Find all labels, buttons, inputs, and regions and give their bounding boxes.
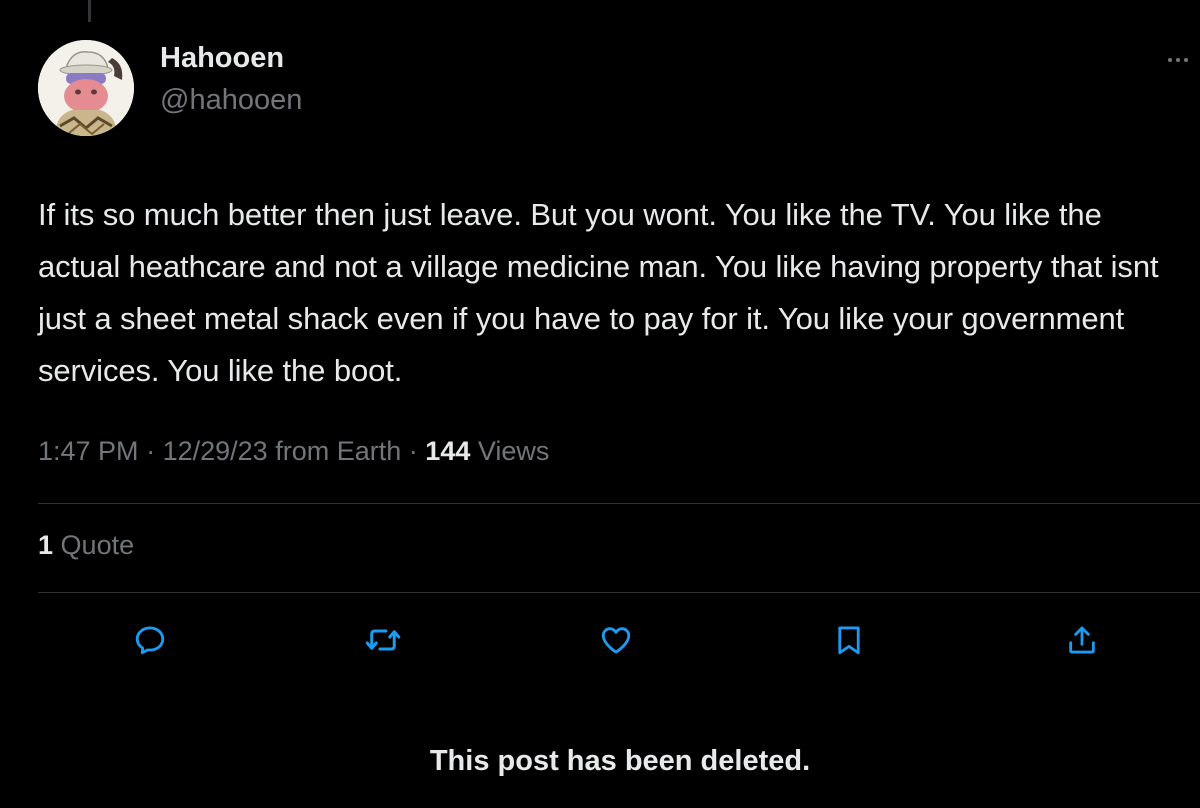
avatar[interactable] (38, 40, 134, 136)
quote-count: 1 (38, 530, 54, 560)
like-button[interactable] (596, 620, 636, 660)
views-label: Views (477, 436, 550, 466)
heart-icon (601, 627, 631, 654)
author-display-name[interactable]: Hahooen (160, 42, 284, 75)
meta-separator: · (408, 436, 418, 466)
author-handle[interactable]: @hahooen (160, 84, 302, 117)
divider (38, 592, 1200, 593)
post-metadata: 1:47 PM · 12/29/23 from Earth · 144 View… (38, 436, 549, 467)
quotes-link[interactable]: 1 Quote (38, 530, 134, 561)
bookmark-button[interactable] (829, 620, 869, 660)
thread-connector-line (88, 0, 91, 22)
post-date[interactable]: 12/29/23 (163, 436, 268, 466)
repost-button[interactable] (363, 620, 403, 660)
post-source: from Earth (275, 436, 402, 466)
reply-button[interactable] (130, 620, 170, 660)
cartoon-character-avatar-icon (38, 40, 134, 136)
more-options-icon[interactable] (1166, 50, 1190, 70)
post-text: If its so much better then just leave. B… (38, 197, 1159, 388)
views-count[interactable]: 144 (425, 436, 470, 466)
meta-separator: · (146, 436, 156, 466)
post-time[interactable]: 1:47 PM (38, 436, 139, 466)
deleted-post-notice: This post has been deleted. (429, 745, 811, 777)
share-button[interactable] (1062, 620, 1102, 660)
reply-icon (135, 626, 165, 655)
repost-icon (365, 629, 401, 651)
bookmark-icon (838, 626, 860, 655)
quote-label: Quote (60, 530, 135, 560)
divider (38, 503, 1200, 504)
share-icon (1069, 626, 1095, 654)
